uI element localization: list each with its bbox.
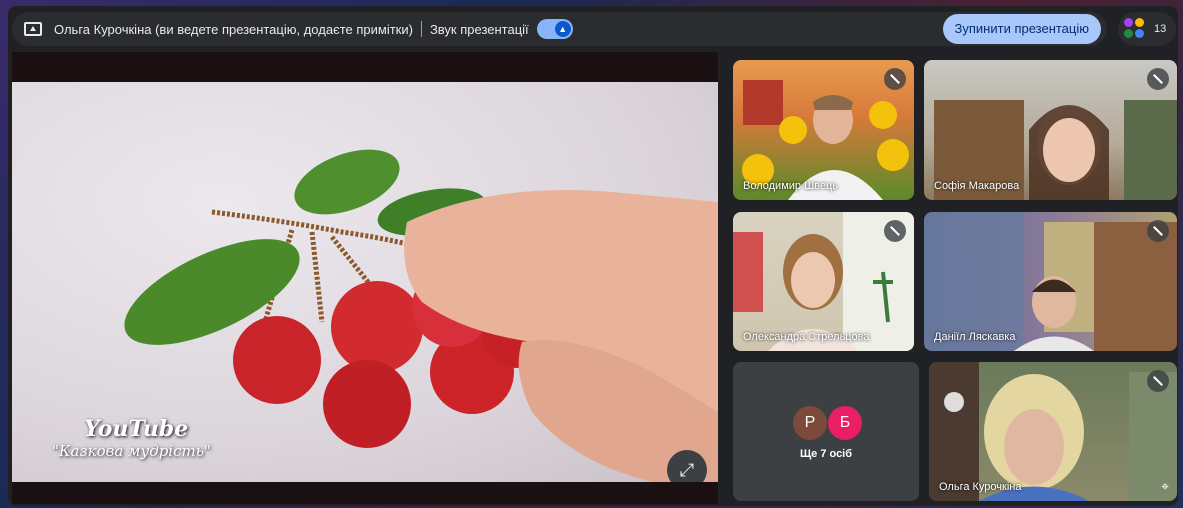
avatar: Р <box>793 406 827 440</box>
people-icon <box>1124 18 1146 40</box>
participant-tile[interactable]: Софія Макарова <box>924 60 1177 200</box>
divider <box>420 21 422 37</box>
mic-off-icon <box>1147 370 1169 392</box>
stop-presenting-button[interactable]: Зупинити презентацію <box>942 14 1101 44</box>
more-participants-label: Ще 7 осіб <box>799 448 853 460</box>
participant-name: Софія Макарова <box>934 180 1020 192</box>
presentation-video: YouTube "Казкова мудрість" ⤢ <box>12 82 718 482</box>
participant-tile[interactable]: Олександра Стрельцова <box>733 212 914 351</box>
participant-count: 13 <box>1154 23 1167 35</box>
stage-letterbox-top <box>12 52 718 82</box>
presentation-bar: Ольга Курочкіна (ви ведете презентацію, … <box>12 12 1107 46</box>
participant-name: Ольга Курочкіна <box>939 481 1022 493</box>
mic-off-icon <box>884 68 906 90</box>
youtube-watermark: YouTube <box>84 416 189 442</box>
presentation-sound-toggle[interactable]: ▲ <box>536 19 573 39</box>
participant-video <box>934 100 1177 200</box>
volume-icon: ▲ <box>554 21 571 37</box>
participant-tile[interactable]: Володимир Швець <box>733 60 914 200</box>
participant-name: Олександра Стрельцова <box>743 331 870 343</box>
crop-icon[interactable]: ⌖ <box>1161 478 1169 495</box>
stage-letterbox-bottom <box>12 482 718 504</box>
self-view-tile[interactable]: Ольга Курочкіна ⌖ <box>929 362 1177 501</box>
mic-off-icon <box>884 220 906 242</box>
avatar: Б <box>828 406 862 440</box>
present-screen-icon <box>24 22 42 36</box>
presentation-sound-label: Звук презентації <box>429 21 529 37</box>
people-button[interactable]: 13 <box>1118 12 1176 46</box>
mic-off-icon <box>1147 220 1169 242</box>
presenter-status: Ольга Курочкіна (ви ведете презентацію, … <box>54 21 413 37</box>
fullscreen-icon[interactable]: ⤢ <box>667 450 707 482</box>
mic-off-icon <box>1147 68 1169 90</box>
channel-watermark: "Казкова мудрість" <box>52 442 211 460</box>
participant-tile[interactable]: Даніїл Ляскавка <box>924 212 1177 351</box>
participant-name: Даніїл Ляскавка <box>934 331 1016 343</box>
more-participants-tile[interactable]: Р Б Ще 7 осіб <box>733 362 919 501</box>
participant-name: Володимир Швець <box>743 180 839 192</box>
